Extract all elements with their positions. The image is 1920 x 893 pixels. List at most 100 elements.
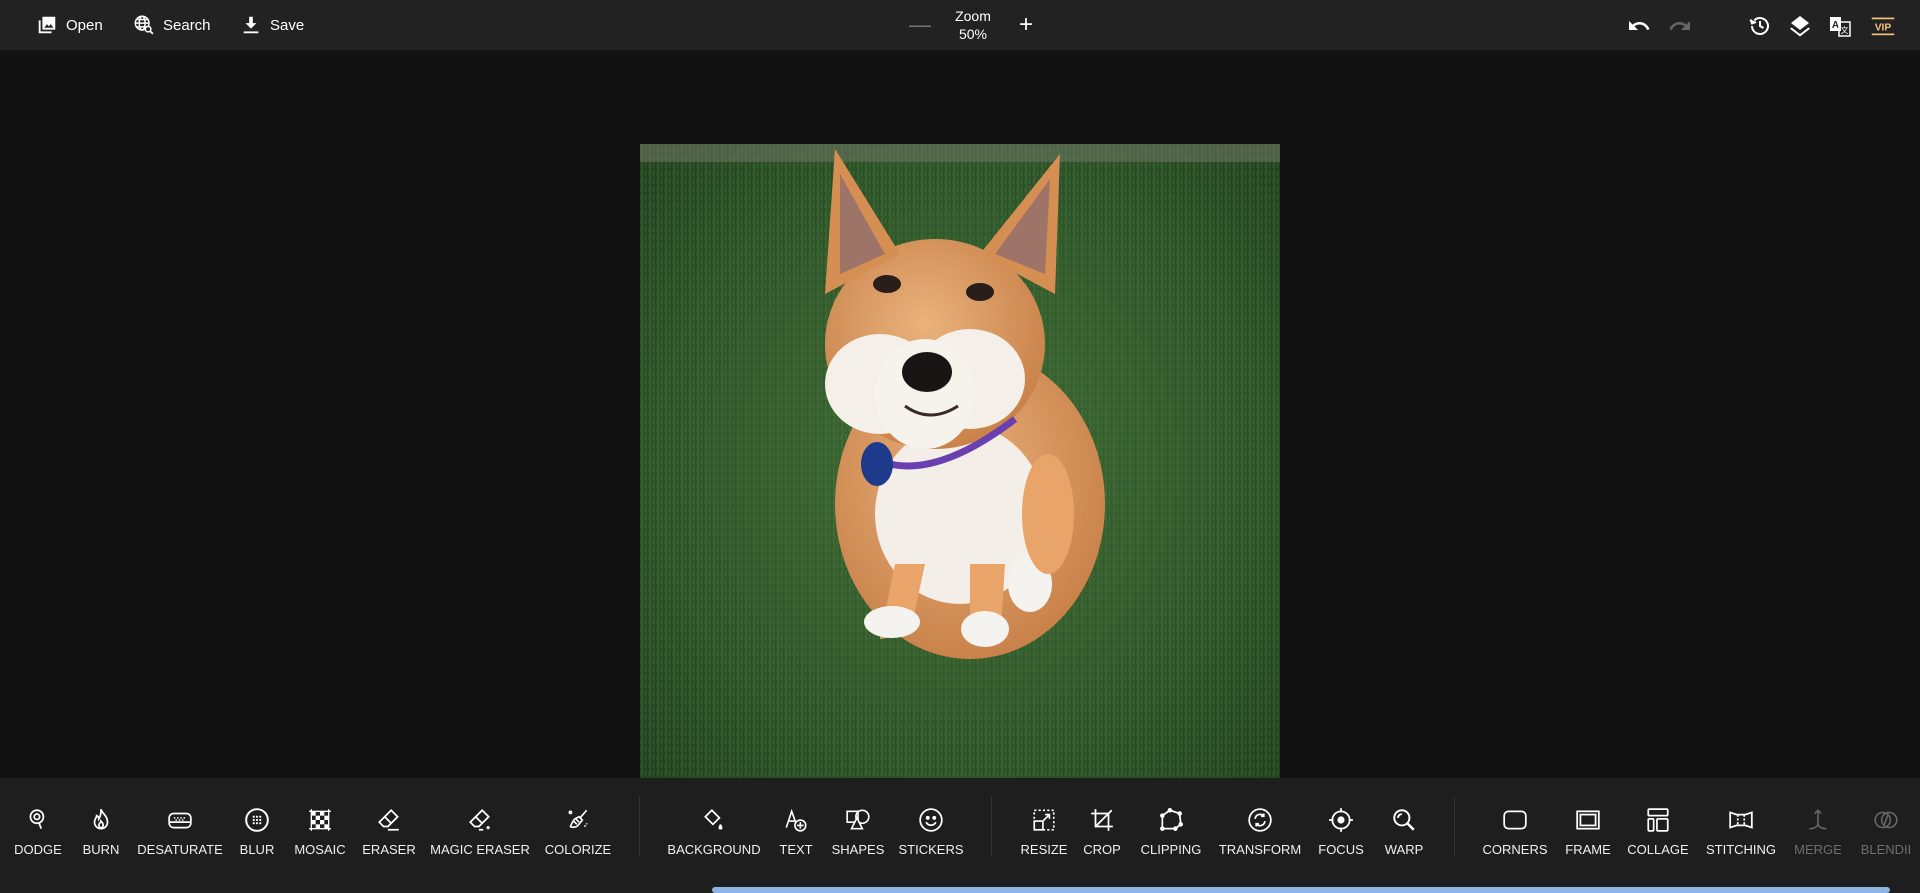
tool-label: WARP <box>1384 842 1424 857</box>
history-icon <box>1749 17 1769 35</box>
resize-icon <box>1033 809 1055 831</box>
blend-icon <box>1874 811 1898 829</box>
translate-icon: A文 <box>1830 17 1851 37</box>
tool-palette: DODGE BURN DESATURATE BLUR MOSAIC ERASER… <box>0 778 1920 893</box>
tool-label: ERASER <box>362 842 416 857</box>
globe-search-icon <box>134 15 154 35</box>
tool-label: STITCHING <box>1705 842 1777 857</box>
crop-icon <box>1091 809 1113 831</box>
tool-label: MERGE <box>1794 842 1842 857</box>
redo-icon <box>1669 21 1690 30</box>
paint-bucket-icon <box>704 809 723 830</box>
stitching-icon <box>1729 811 1753 829</box>
tool-label: BACKGROUND <box>667 842 761 857</box>
text-add-icon <box>785 808 807 832</box>
tool-collage[interactable]: COLLAGE <box>1627 778 1689 878</box>
tool-label: STICKERS <box>898 842 964 857</box>
tool-label: COLLAGE <box>1627 842 1689 857</box>
undo-button[interactable] <box>1626 13 1652 39</box>
tool-clipping[interactable]: CLIPPING <box>1140 778 1202 878</box>
vip-icon: VIP <box>1871 17 1895 36</box>
desaturate-icon <box>168 812 192 829</box>
group-divider <box>991 796 992 856</box>
warp-icon <box>1393 809 1415 831</box>
translate-button[interactable]: A文 <box>1827 13 1853 39</box>
brush-icon <box>568 809 588 829</box>
tool-desaturate[interactable]: DESATURATE <box>137 778 223 878</box>
zoom-control: — Zoom 50% + <box>905 0 1041 50</box>
svg-text:文: 文 <box>1841 25 1849 35</box>
tool-warp[interactable]: WARP <box>1381 778 1427 878</box>
undo-icon <box>1629 21 1650 30</box>
horizontal-scrollbar-thumb[interactable] <box>712 887 1890 893</box>
top-toolbar: Open Search Save — Zoom 50% + A文 VIP <box>0 0 1920 50</box>
tool-label: CROP <box>1083 842 1121 857</box>
tool-stitching[interactable]: STITCHING <box>1706 778 1776 878</box>
tool-crop[interactable]: CROP <box>1083 778 1121 878</box>
tool-blur[interactable]: BLUR <box>238 778 276 878</box>
photo-canvas[interactable] <box>640 144 1280 784</box>
history-button[interactable] <box>1747 13 1773 39</box>
tool-eraser[interactable]: ERASER <box>362 778 416 878</box>
canvas-area[interactable] <box>0 50 1920 784</box>
tool-label: BLUR <box>239 842 275 857</box>
tool-label: FRAME <box>1565 842 1611 857</box>
tool-transform[interactable]: TRANSFORM <box>1219 778 1301 878</box>
download-icon <box>243 16 259 34</box>
tool-label: DODGE <box>14 842 62 857</box>
zoom-in-button[interactable]: + <box>1011 11 1041 39</box>
layers-button[interactable] <box>1787 13 1813 39</box>
frame-icon <box>1576 810 1600 830</box>
redo-button[interactable] <box>1667 13 1693 39</box>
tool-label: MAGIC ERASER <box>430 842 530 857</box>
tool-burn[interactable]: BURN <box>80 778 122 878</box>
smiley-icon <box>919 808 943 832</box>
tool-background[interactable]: BACKGROUND <box>667 778 761 878</box>
tool-label: CLIPPING <box>1140 842 1202 857</box>
focus-icon <box>1329 808 1353 832</box>
tool-shapes[interactable]: SHAPES <box>831 778 885 878</box>
tool-merge[interactable]: MERGE <box>1794 778 1842 878</box>
tool-label: COLORIZE <box>544 842 612 857</box>
tool-label: CORNERS <box>1482 842 1548 857</box>
blur-icon <box>245 808 269 832</box>
flame-icon <box>93 808 109 830</box>
shapes-icon <box>846 809 870 830</box>
tool-label: DESATURATE <box>137 842 223 857</box>
zoom-readout: Zoom 50% <box>935 7 1011 43</box>
tool-blend[interactable]: BLENDII <box>1860 778 1912 878</box>
tool-frame[interactable]: FRAME <box>1565 778 1611 878</box>
save-label: Save <box>270 16 305 34</box>
tool-text[interactable]: TEXT <box>776 778 816 878</box>
tool-label: FOCUS <box>1318 842 1364 857</box>
open-button[interactable]: Open <box>36 0 103 50</box>
zoom-out-button[interactable]: — <box>905 12 935 38</box>
zoom-value: 50% <box>958 26 988 42</box>
tool-label: TEXT <box>779 842 813 857</box>
vip-button[interactable]: VIP <box>1867 13 1899 39</box>
tool-label: SHAPES <box>831 842 885 857</box>
merge-icon <box>1809 809 1827 830</box>
image-gallery-icon <box>38 16 56 34</box>
open-label: Open <box>66 16 103 34</box>
search-button[interactable]: Search <box>133 0 211 50</box>
tool-stickers[interactable]: STICKERS <box>898 778 964 878</box>
svg-text:VIP: VIP <box>1875 23 1892 34</box>
tool-label: RESIZE <box>1020 842 1068 857</box>
tool-label: BLENDII <box>1860 842 1912 857</box>
tool-resize[interactable]: RESIZE <box>1020 778 1068 878</box>
tool-mosaic[interactable]: MOSAIC <box>294 778 346 878</box>
svg-text:A: A <box>1832 20 1839 31</box>
magic-eraser-icon <box>469 809 490 831</box>
tool-focus[interactable]: FOCUS <box>1318 778 1364 878</box>
tool-corners[interactable]: CORNERS <box>1482 778 1548 878</box>
zoom-title: Zoom <box>955 8 991 24</box>
save-button[interactable]: Save <box>240 0 304 50</box>
tool-magic-eraser[interactable]: MAGIC ERASER <box>430 778 530 878</box>
transform-icon <box>1248 808 1272 832</box>
tool-dodge[interactable]: DODGE <box>14 778 62 878</box>
mosaic-icon <box>309 809 331 831</box>
group-divider <box>639 796 640 856</box>
search-label: Search <box>163 16 211 34</box>
tool-colorize[interactable]: COLORIZE <box>544 778 612 878</box>
